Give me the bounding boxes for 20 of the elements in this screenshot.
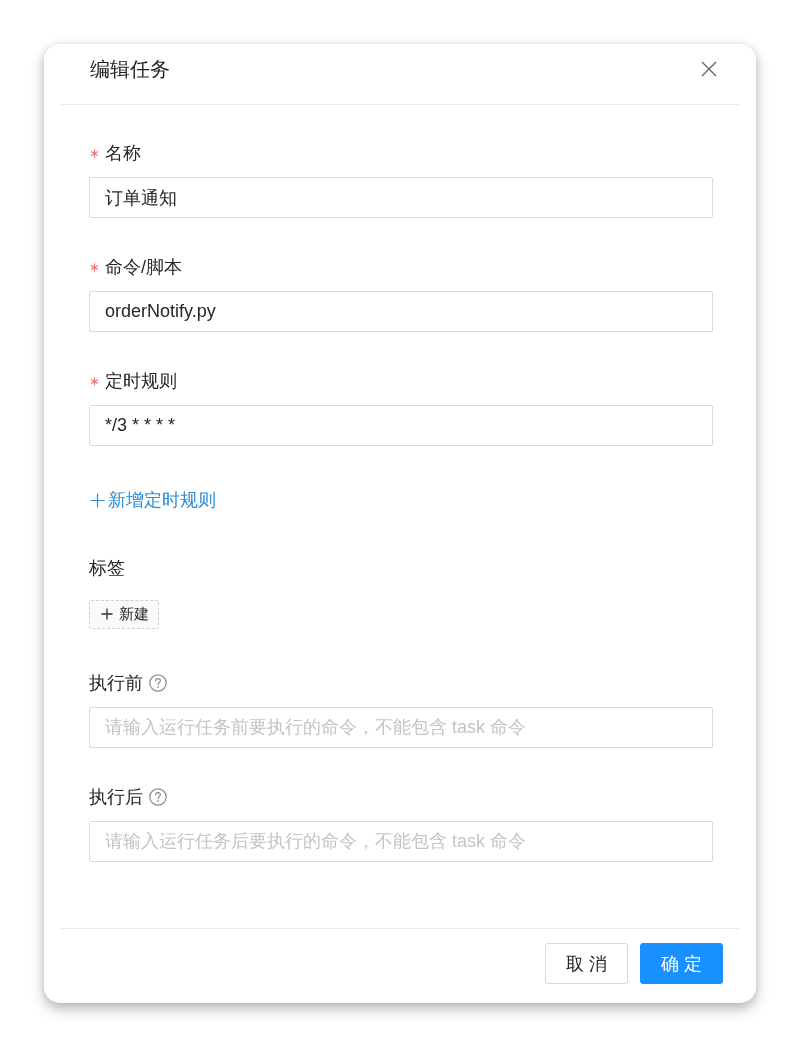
new-tag-button[interactable]: 新建 [89, 599, 159, 629]
dialog-title: 编辑任务 [90, 57, 170, 82]
field-label: 执行前 [89, 671, 143, 694]
text-field[interactable]: 请输入运行任务后要执行的命令，不能包含 task 命令 [89, 820, 713, 862]
help-icon[interactable] [149, 673, 167, 692]
text-field[interactable]: 订单通知 [89, 177, 713, 218]
plus-icon [90, 492, 105, 508]
field-label: 执行后 [89, 785, 143, 808]
help-icon[interactable] [149, 787, 167, 806]
plus-icon [101, 608, 113, 620]
field-label: 名称 [105, 142, 141, 164]
text-field[interactable]: */3 * * * * [89, 405, 713, 446]
add-rule-link[interactable]: 新增定时规则 [89, 489, 216, 511]
field-label: 标签 [89, 556, 125, 579]
close-icon [701, 61, 717, 77]
field-label: 定时规则 [105, 370, 177, 392]
text-field[interactable]: orderNotify.py [89, 291, 713, 332]
cancel-button[interactable]: 取 消 [545, 943, 628, 984]
field-label: 命令/脚本 [105, 256, 182, 278]
text-field[interactable]: 请输入运行任务前要执行的命令，不能包含 task 命令 [89, 706, 713, 748]
